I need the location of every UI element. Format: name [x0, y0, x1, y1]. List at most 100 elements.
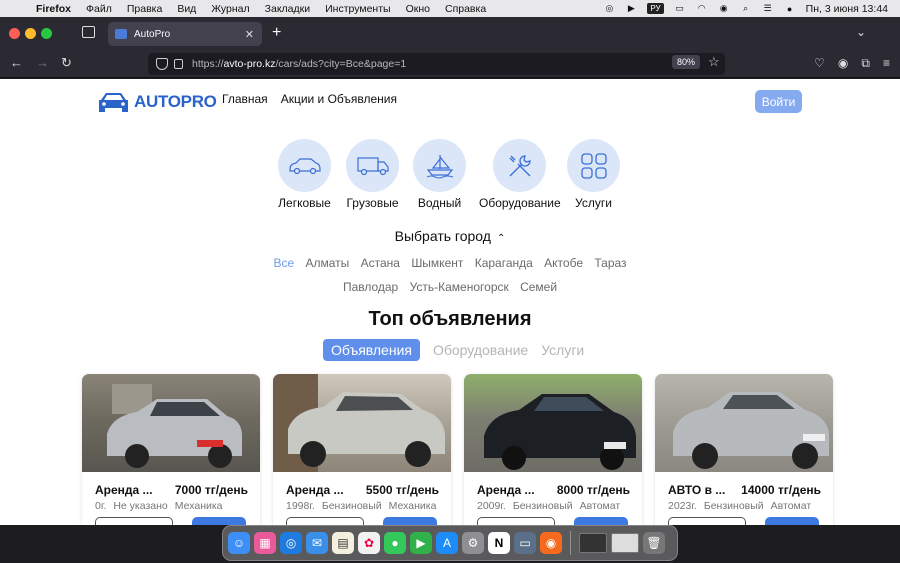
list-tabs-chevron-icon[interactable]: ⌄	[856, 25, 866, 39]
city-semey[interactable]: Семей	[520, 280, 557, 294]
autopro-logo[interactable]: AUTOPRO	[97, 91, 217, 113]
menu-help[interactable]: Справка	[445, 3, 486, 15]
tracking-shield-icon[interactable]	[156, 58, 168, 70]
pocket-icon[interactable]: ♡	[814, 56, 825, 71]
ad-gearbox: Автомат	[579, 500, 621, 512]
address-bar[interactable]: https://avto-pro.kz/cars/ads?city=Все&pa…	[148, 53, 725, 75]
menu-view[interactable]: Вид	[177, 3, 196, 15]
nav-home[interactable]: Главная	[222, 92, 268, 106]
category-water[interactable]: Водный	[413, 139, 466, 210]
menu-file[interactable]: Файл	[86, 3, 112, 15]
creative-cloud-icon[interactable]: ◎	[603, 3, 615, 14]
tab-ads[interactable]: Объявления	[323, 339, 420, 361]
tab-services[interactable]: Услуги	[541, 342, 584, 358]
ad-contact-button[interactable]	[192, 517, 246, 525]
menu-history[interactable]: Журнал	[211, 3, 249, 15]
ad-details-button[interactable]	[286, 517, 364, 525]
launchpad-icon[interactable]: ▦	[254, 532, 276, 554]
trash-icon[interactable]: 🗑	[643, 532, 665, 554]
notes-icon[interactable]: ▤	[332, 532, 354, 554]
tab-title: AutoPro	[134, 28, 171, 40]
firefox-icon[interactable]: ◉	[540, 532, 562, 554]
ad-card[interactable]: Аренда ... 8000 тг/день 2009г. Бензиновый А…	[464, 374, 642, 525]
back-button[interactable]: ←	[10, 55, 23, 70]
city-ust-kamenogorsk[interactable]: Усть-Каменогорск	[410, 280, 509, 294]
preview-icon[interactable]: ▭	[514, 532, 536, 554]
ad-details-button[interactable]	[95, 517, 173, 525]
user-icon[interactable]: ◉	[718, 3, 730, 14]
app-store-icon[interactable]: A	[436, 532, 458, 554]
category-cars[interactable]: Легковые	[278, 139, 331, 210]
menu-tools[interactable]: Инструменты	[325, 3, 390, 15]
menu-app-name[interactable]: Firefox	[36, 3, 71, 15]
ad-card[interactable]: Аренда ... 5500 тг/день 1998г. Бензиновый М…	[273, 374, 451, 525]
minimized-window-thumbnail[interactable]	[579, 533, 607, 553]
ad-photo[interactable]	[82, 374, 260, 472]
ad-photo[interactable]	[655, 374, 833, 472]
ad-details-button[interactable]	[668, 517, 746, 525]
ad-card[interactable]: Аренда ... 7000 тг/день 0г. Не указано Меха…	[82, 374, 260, 525]
url-text[interactable]: https://avto-pro.kz/cars/ads?city=Все&pa…	[192, 58, 406, 70]
menu-window[interactable]: Окно	[406, 3, 430, 15]
menu-bookmarks[interactable]: Закладки	[265, 3, 310, 15]
city-selector-toggle[interactable]: Выбрать город ⌃	[0, 228, 900, 244]
safari-icon[interactable]: ◎	[280, 532, 302, 554]
notion-icon[interactable]: N	[488, 532, 510, 554]
menubar-clock[interactable]: Пн, 3 июня 13:44	[806, 3, 888, 15]
ad-fuel: Не указано	[113, 500, 168, 512]
messages-icon[interactable]: ●	[384, 532, 406, 554]
bookmark-star-icon[interactable]: ☆	[708, 54, 720, 70]
city-shymkent[interactable]: Шымкент	[411, 256, 463, 270]
ad-gearbox: Механика	[174, 500, 223, 512]
zoom-window-button[interactable]	[41, 28, 52, 39]
ad-photo[interactable]	[464, 374, 642, 472]
city-karaganda[interactable]: Караганда	[475, 256, 533, 270]
ad-details-button[interactable]	[477, 517, 555, 525]
city-pavlodar[interactable]: Павлодар	[343, 280, 398, 294]
login-button[interactable]: Войти	[755, 90, 802, 113]
forward-button[interactable]: →	[36, 55, 49, 70]
city-astana[interactable]: Астана	[361, 256, 400, 270]
city-taraz[interactable]: Тараз	[594, 256, 626, 270]
battery-icon[interactable]: ▭	[674, 3, 686, 14]
ad-contact-button[interactable]	[574, 517, 628, 525]
ad-year: 0г.	[95, 500, 107, 512]
siri-icon[interactable]: ●	[784, 3, 796, 14]
control-center-icon[interactable]: ☰	[762, 3, 774, 14]
extensions-icon[interactable]: ⧉	[861, 56, 870, 71]
play-icon[interactable]: ▶	[625, 3, 637, 14]
lock-icon[interactable]	[174, 59, 183, 69]
tab-overview-icon[interactable]	[82, 26, 95, 38]
ad-contact-button[interactable]	[765, 517, 819, 525]
mail-icon[interactable]: ✉	[306, 532, 328, 554]
wifi-icon[interactable]: ◠	[696, 3, 708, 14]
menu-edit[interactable]: Правка	[127, 3, 162, 15]
city-almaty[interactable]: Алматы	[305, 256, 349, 270]
facetime-icon[interactable]: ▶	[410, 532, 432, 554]
input-language-badge[interactable]: РУ	[647, 3, 664, 14]
ad-photo[interactable]	[273, 374, 451, 472]
category-services[interactable]: Услуги	[567, 139, 620, 210]
search-icon[interactable]: ⌕	[740, 3, 752, 14]
category-equipment[interactable]: Оборудование	[479, 139, 561, 210]
minimize-window-button[interactable]	[25, 28, 36, 39]
account-icon[interactable]: ◉	[838, 56, 848, 71]
ad-card[interactable]: АВТО в ... 14000 тг/день 2023г. Бензиновый…	[655, 374, 833, 525]
photos-icon[interactable]: ✿	[358, 532, 380, 554]
system-settings-icon[interactable]: ⚙	[462, 532, 484, 554]
ad-contact-button[interactable]	[383, 517, 437, 525]
category-trucks[interactable]: Грузовые	[346, 139, 399, 210]
city-all[interactable]: Все	[273, 256, 294, 270]
finder-icon[interactable]: ☺	[228, 532, 250, 554]
hamburger-menu-icon[interactable]: ≡	[883, 56, 890, 71]
browser-tab[interactable]: AutoPro ✕	[108, 22, 262, 46]
minimized-window-thumbnail[interactable]	[611, 533, 639, 553]
close-window-button[interactable]	[9, 28, 20, 39]
tab-equipment[interactable]: Оборудование	[433, 342, 528, 358]
close-tab-icon[interactable]: ✕	[245, 28, 254, 41]
city-aktobe[interactable]: Актобе	[544, 256, 583, 270]
zoom-level-badge[interactable]: 80%	[672, 55, 701, 69]
new-tab-button[interactable]: +	[272, 24, 281, 42]
reload-button[interactable]: ↻	[61, 55, 72, 71]
nav-promos[interactable]: Акции и Объявления	[281, 92, 397, 106]
